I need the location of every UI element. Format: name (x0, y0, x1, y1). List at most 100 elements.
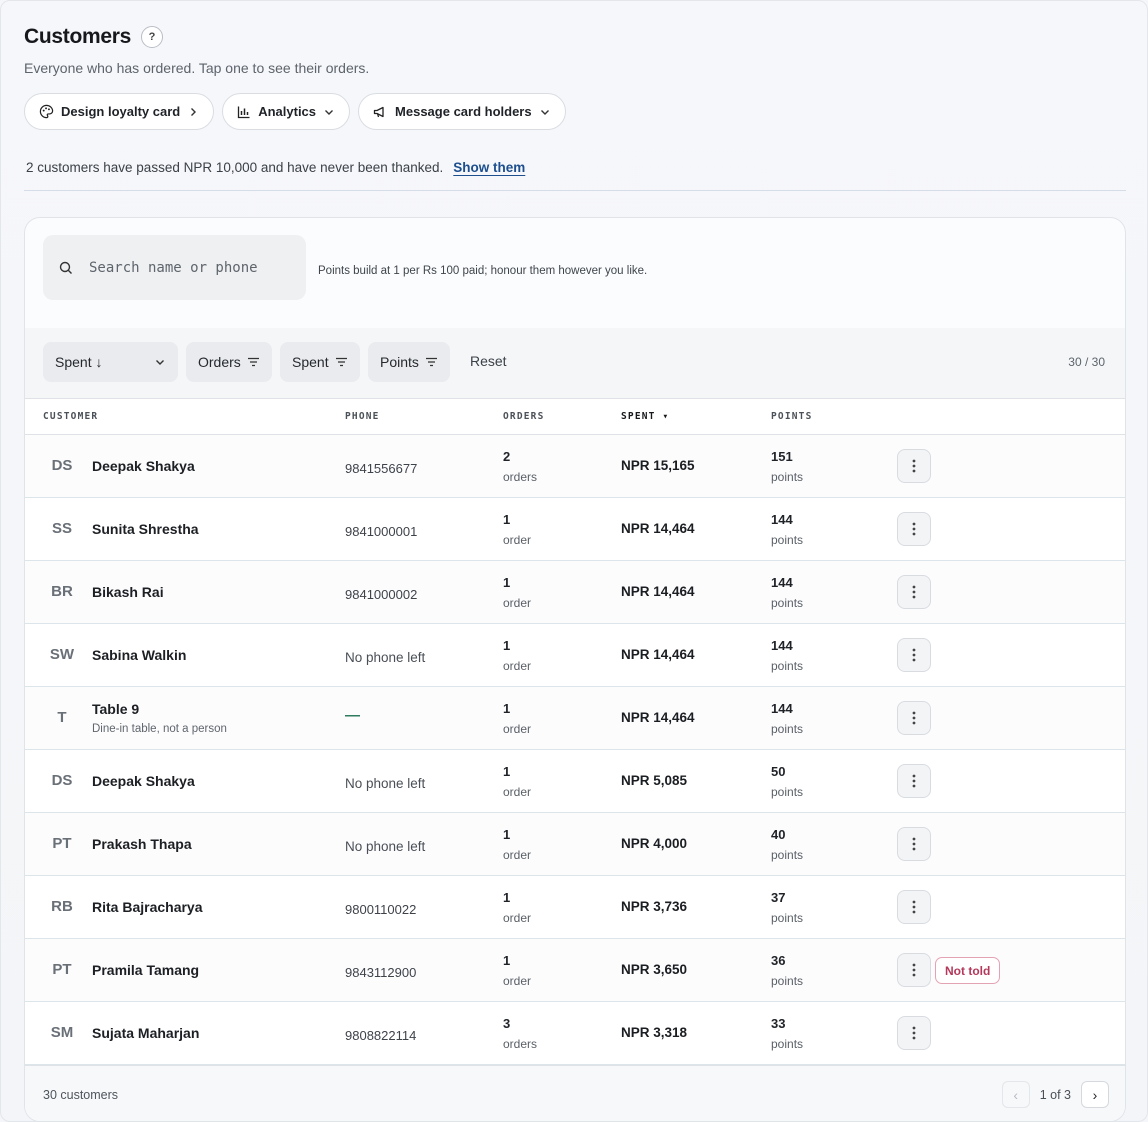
customer-note: Dine-in table, not a person (92, 723, 227, 735)
points-value: 50 (771, 764, 786, 779)
avatar-initials: DS (51, 457, 73, 474)
row-menu-button[interactable] (897, 512, 931, 546)
points-filter-chip[interactable]: Points (368, 342, 450, 382)
table-footer: 30 customers ‹ 1 of 3 › (25, 1065, 1125, 1121)
table-row[interactable]: RB Rita Bajracharya 9800110022 1 order NPR 3,… (25, 876, 1125, 939)
customer-phone: — (345, 707, 360, 724)
avatar-initials: T (57, 709, 67, 726)
reset-button[interactable]: Reset (470, 353, 507, 369)
prev-page-button[interactable]: ‹ (1001, 1081, 1030, 1108)
search-box[interactable] (43, 235, 306, 300)
order-count: 1 (503, 512, 511, 527)
points-value: 36 (771, 953, 786, 968)
order-count: 1 (503, 701, 511, 716)
column-phone[interactable]: PHONE (345, 411, 380, 422)
chevron-down-icon (156, 360, 164, 365)
table-row[interactable]: SW Sabina Walkin No phone left 1 order NPR 14… (25, 624, 1125, 687)
avatar-initials: PT (52, 835, 72, 852)
points-value: 144 (771, 701, 793, 716)
filter-icon (335, 357, 347, 367)
table-row[interactable]: SS Sunita Shrestha 9841000001 1 order NPR 14,… (25, 498, 1125, 561)
row-menu-button[interactable] (897, 575, 931, 609)
points-unit: points (771, 533, 804, 547)
orders-filter-label: Orders (198, 354, 241, 370)
customer-phone: 9800110022 (345, 902, 417, 917)
row-menu-button[interactable] (897, 953, 931, 987)
points-value: 144 (771, 512, 793, 527)
column-spent[interactable]: SPENT ▾ (621, 411, 669, 422)
pagination: ‹ 1 of 3 › (1001, 1081, 1109, 1108)
customer-name: Pramila Tamang (92, 962, 200, 978)
order-unit: order (503, 911, 532, 925)
spent-filter-label: Spent (292, 354, 329, 370)
table-row[interactable]: BR Bikash Rai 9841000002 1 order NPR 14,464 14… (25, 561, 1125, 624)
table-row[interactable]: DS Deepak Shakya 9841556677 2 orders NPR 15,1… (25, 435, 1125, 498)
row-menu-button[interactable] (897, 827, 931, 861)
orders-filter-chip[interactable]: Orders (186, 342, 272, 382)
column-points[interactable]: POINTS (771, 411, 813, 422)
order-count: 1 (503, 638, 511, 653)
customer-phone: No phone left (345, 839, 426, 854)
analytics-button[interactable]: Analytics (222, 93, 351, 130)
next-page-button[interactable]: › (1081, 1081, 1109, 1108)
table-row[interactable]: T Table 9 Dine-in table, not a person — 1 ord… (25, 687, 1125, 750)
avatar-initials: BR (51, 583, 73, 600)
search-icon (59, 261, 72, 274)
customer-name: Sunita Shrestha (92, 521, 199, 537)
amount-spent: NPR 3,318 (621, 1025, 688, 1040)
customer-phone: 9808822114 (345, 1028, 417, 1043)
chevron-right-icon (191, 107, 197, 116)
row-menu-button[interactable] (897, 1016, 931, 1050)
customer-phone: 9841556677 (345, 461, 418, 476)
row-menu-button[interactable] (897, 764, 931, 798)
design-loyalty-card-label: Design loyalty card (61, 104, 181, 119)
row-menu-button[interactable] (897, 449, 931, 483)
points-value: 33 (771, 1016, 786, 1031)
spent-filter-chip[interactable]: Spent (280, 342, 360, 382)
points-value: 144 (771, 575, 793, 590)
bar-chart-icon (238, 106, 250, 118)
amount-spent: NPR 4,000 (621, 836, 688, 851)
more-vertical-icon (912, 711, 916, 725)
column-customer[interactable]: CUSTOMER (43, 411, 98, 422)
order-count: 3 (503, 1016, 511, 1031)
order-count: 1 (503, 953, 511, 968)
thank-notice-text: 2 customers have passed NPR 10,000 and h… (26, 160, 444, 175)
points-hint: Points build at 1 per Rs 100 paid; honou… (318, 265, 648, 277)
help-icon[interactable]: ? (141, 26, 163, 48)
avatar-initials: SM (50, 1024, 74, 1041)
points-unit: points (771, 1037, 804, 1051)
table-row[interactable]: SM Sujata Maharjan 9808822114 3 orders NPR 3,… (25, 1002, 1125, 1065)
points-unit: points (771, 470, 804, 484)
design-loyalty-card-button[interactable]: Design loyalty card (24, 93, 215, 130)
page-indicator: 1 of 3 (1039, 1087, 1071, 1102)
more-vertical-icon (912, 585, 916, 599)
row-menu-button[interactable] (897, 701, 931, 735)
column-orders[interactable]: ORDERS (503, 411, 545, 422)
show-them-link[interactable]: Show them (453, 160, 525, 175)
result-count: 30 / 30 (1068, 355, 1105, 369)
row-menu-button[interactable] (897, 890, 931, 924)
table-row[interactable]: PT Pramila Tamang 9843112900 1 order NPR 3,65… (25, 939, 1125, 1002)
message-card-holders-label: Message card holders (395, 104, 532, 119)
customers-card: Points build at 1 per Rs 100 paid; honou… (24, 217, 1126, 1122)
title-row: Customers ? (24, 25, 163, 49)
table-row[interactable]: PT Prakash Thapa No phone left 1 order NPR 4,… (25, 813, 1125, 876)
row-menu-button[interactable] (897, 638, 931, 672)
customer-name: Deepak Shakya (92, 773, 195, 789)
thank-notice: 2 customers have passed NPR 10,000 and h… (26, 160, 525, 175)
points-unit: points (771, 974, 804, 988)
points-unit: points (771, 911, 804, 925)
order-unit: order (503, 785, 532, 799)
table-row[interactable]: DS Deepak Shakya No phone left 1 order NPR 5,… (25, 750, 1125, 813)
customer-name: Sabina Walkin (92, 647, 187, 663)
amount-spent: NPR 15,165 (621, 458, 695, 473)
more-vertical-icon (912, 1026, 916, 1040)
points-value: 144 (771, 638, 793, 653)
sort-select[interactable]: Spent ↓ (43, 342, 178, 382)
more-vertical-icon (912, 837, 916, 851)
message-card-holders-button[interactable]: Message card holders (358, 93, 566, 130)
search-input[interactable] (89, 259, 279, 276)
points-value: 151 (771, 449, 793, 464)
order-unit: order (503, 722, 532, 736)
